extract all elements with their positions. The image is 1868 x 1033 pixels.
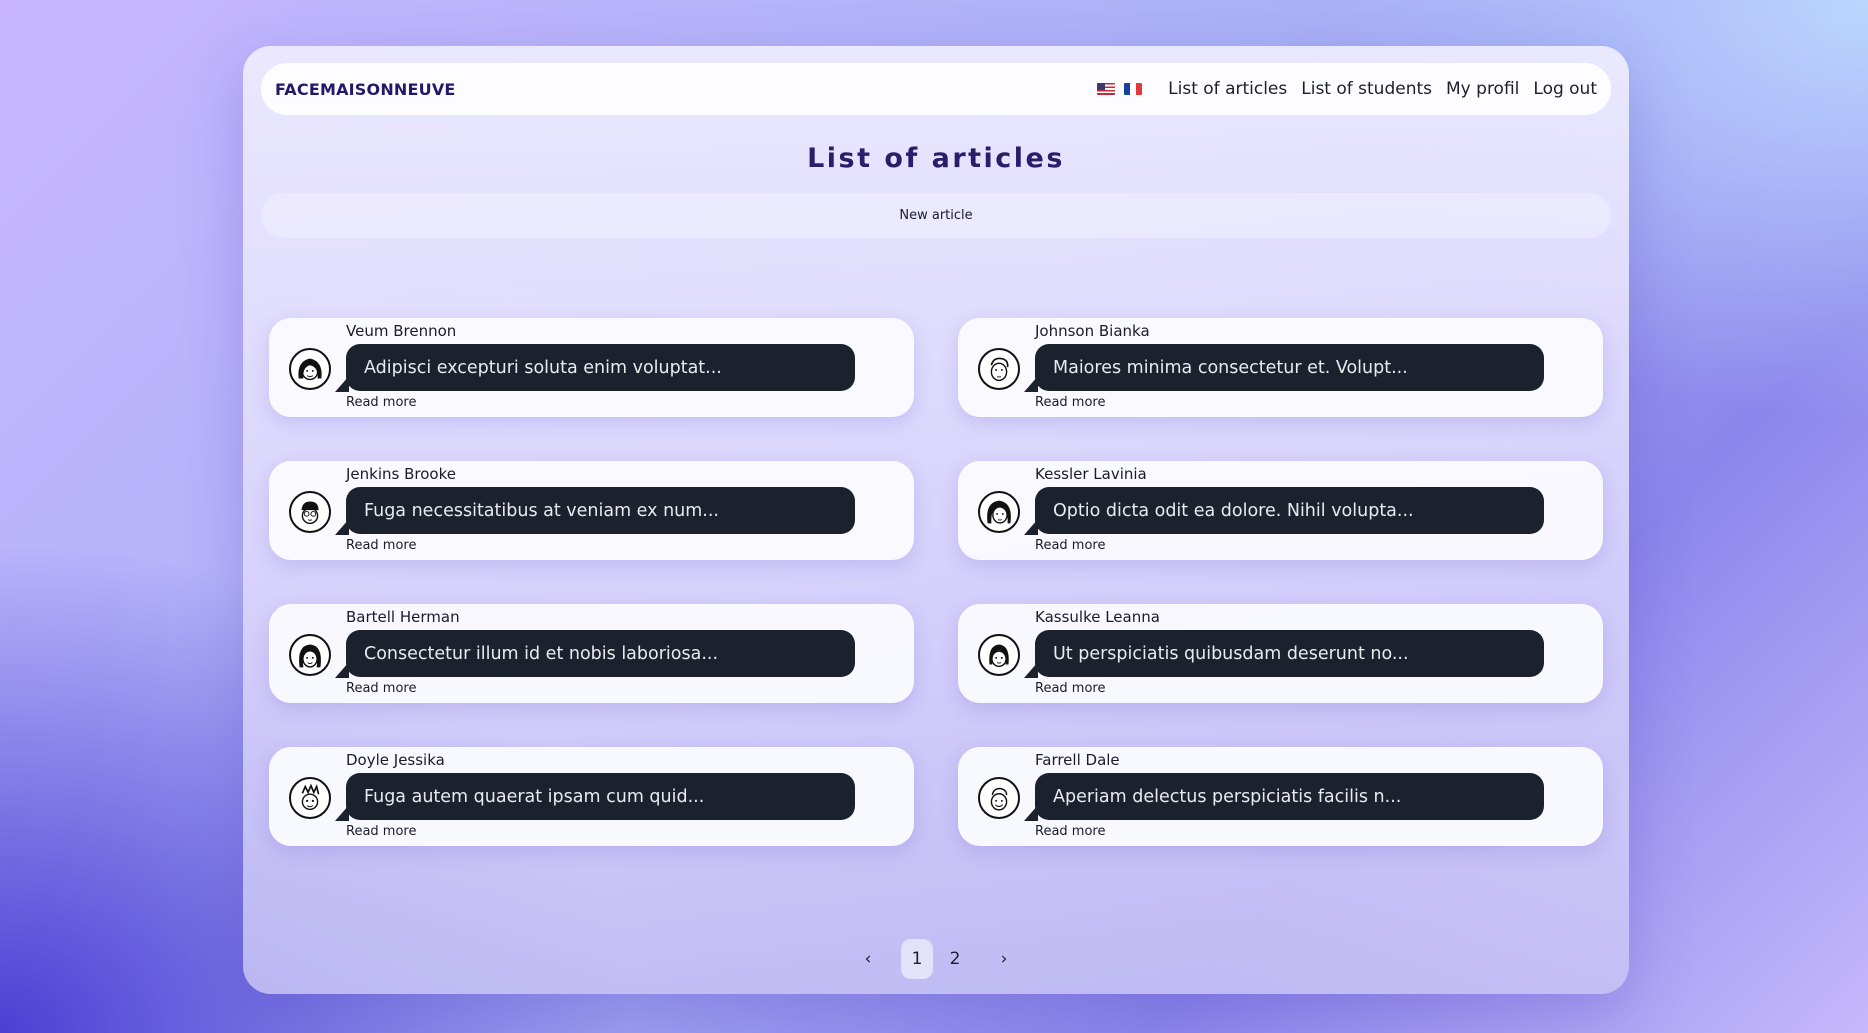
fr-flag-icon[interactable] bbox=[1124, 83, 1143, 95]
brand-logo[interactable]: FACEMAISONNEUVE bbox=[275, 80, 456, 99]
read-more-link[interactable]: Read more bbox=[346, 824, 416, 839]
navbar: FACEMAISONNEUVE List of articles List of… bbox=[261, 63, 1611, 115]
article-excerpt: Maiores minima consectetur et. Volupt... bbox=[1035, 344, 1544, 391]
chevron-left-icon[interactable]: ‹ bbox=[852, 939, 884, 979]
article-card: Johnson Bianka Maiores minima consectetu… bbox=[958, 318, 1603, 417]
avatar bbox=[289, 634, 331, 676]
read-more-link[interactable]: Read more bbox=[1035, 824, 1105, 839]
nav-right: List of articles List of students My pro… bbox=[1097, 79, 1597, 99]
us-flag-icon[interactable] bbox=[1097, 83, 1116, 95]
main-panel: FACEMAISONNEUVE List of articles List of… bbox=[243, 46, 1629, 994]
article-card: Veum Brennon Adipisci excepturi soluta e… bbox=[269, 318, 914, 417]
avatar bbox=[289, 491, 331, 533]
article-author: Farrell Dale bbox=[1035, 751, 1120, 769]
avatar bbox=[978, 348, 1020, 390]
pagination: ‹ 1 2 › bbox=[243, 939, 1629, 979]
nav-link-log-out[interactable]: Log out bbox=[1533, 79, 1597, 99]
read-more-link[interactable]: Read more bbox=[1035, 538, 1105, 553]
avatar bbox=[978, 777, 1020, 819]
article-author: Bartell Herman bbox=[346, 608, 460, 626]
avatar bbox=[289, 348, 331, 390]
nav-link-my-profil[interactable]: My profil bbox=[1446, 79, 1519, 99]
avatar bbox=[978, 634, 1020, 676]
article-excerpt: Ut perspiciatis quibusdam deserunt no... bbox=[1035, 630, 1544, 677]
page-title: List of articles bbox=[807, 143, 1065, 174]
article-author: Doyle Jessika bbox=[346, 751, 445, 769]
page-button-2[interactable]: 2 bbox=[939, 939, 971, 979]
new-article-button[interactable]: New article bbox=[261, 193, 1611, 238]
article-card: Jenkins Brooke Fuga necessitatibus at ve… bbox=[269, 461, 914, 560]
avatar bbox=[978, 491, 1020, 533]
article-card: Kassulke Leanna Ut perspiciatis quibusda… bbox=[958, 604, 1603, 703]
read-more-link[interactable]: Read more bbox=[1035, 395, 1105, 410]
article-excerpt: Fuga necessitatibus at veniam ex num... bbox=[346, 487, 855, 534]
article-author: Kessler Lavinia bbox=[1035, 465, 1147, 483]
article-excerpt: Adipisci excepturi soluta enim voluptat.… bbox=[346, 344, 855, 391]
article-excerpt: Optio dicta odit ea dolore. Nihil volupt… bbox=[1035, 487, 1544, 534]
read-more-link[interactable]: Read more bbox=[346, 681, 416, 696]
article-author: Johnson Bianka bbox=[1035, 322, 1150, 340]
article-excerpt: Fuga autem quaerat ipsam cum quid... bbox=[346, 773, 855, 820]
article-card: Kessler Lavinia Optio dicta odit ea dolo… bbox=[958, 461, 1603, 560]
article-card: Farrell Dale Aperiam delectus perspiciat… bbox=[958, 747, 1603, 846]
article-card: Bartell Herman Consectetur illum id et n… bbox=[269, 604, 914, 703]
article-excerpt: Aperiam delectus perspiciatis facilis n.… bbox=[1035, 773, 1544, 820]
article-author: Kassulke Leanna bbox=[1035, 608, 1160, 626]
nav-link-list-of-articles[interactable]: List of articles bbox=[1168, 79, 1287, 99]
article-author: Veum Brennon bbox=[346, 322, 457, 340]
article-excerpt: Consectetur illum id et nobis laboriosa.… bbox=[346, 630, 855, 677]
read-more-link[interactable]: Read more bbox=[346, 538, 416, 553]
read-more-link[interactable]: Read more bbox=[1035, 681, 1105, 696]
article-author: Jenkins Brooke bbox=[346, 465, 456, 483]
nav-link-list-of-students[interactable]: List of students bbox=[1301, 79, 1432, 99]
chevron-right-icon[interactable]: › bbox=[988, 939, 1020, 979]
read-more-link[interactable]: Read more bbox=[346, 395, 416, 410]
page-button-1[interactable]: 1 bbox=[901, 939, 933, 979]
article-card: Doyle Jessika Fuga autem quaerat ipsam c… bbox=[269, 747, 914, 846]
avatar bbox=[289, 777, 331, 819]
